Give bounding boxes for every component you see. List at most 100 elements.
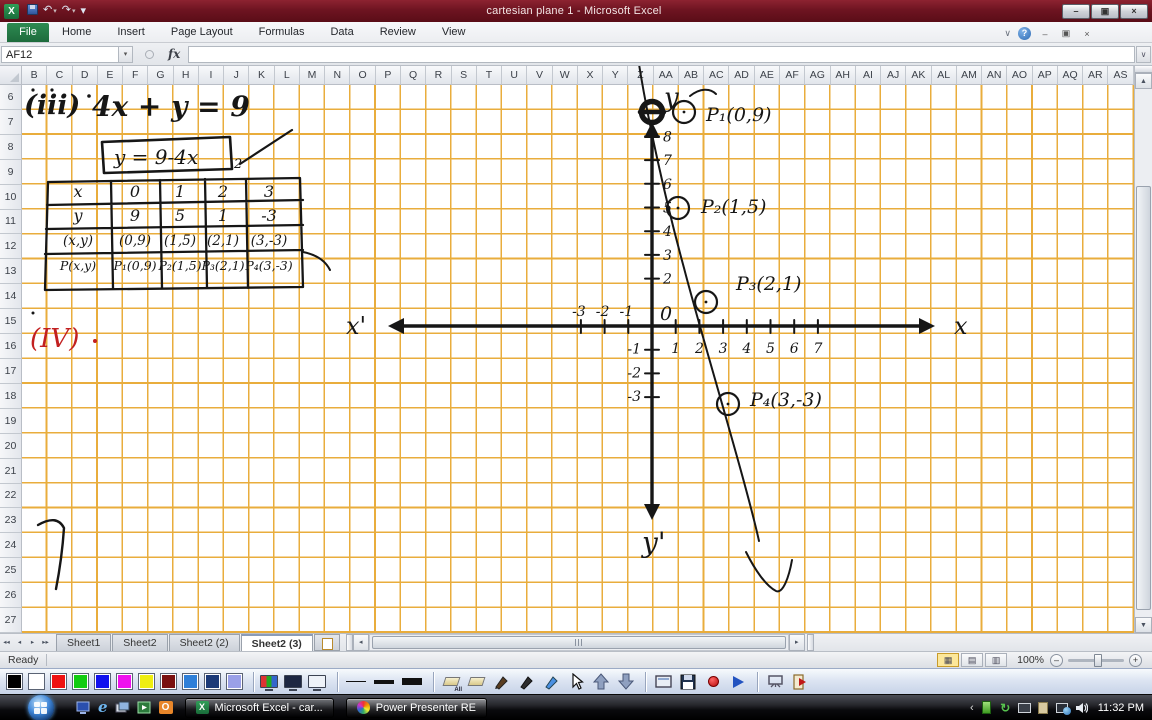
line-width-medium-button[interactable] [372,679,396,684]
row-header-10[interactable]: 10 [0,184,22,210]
column-header-V[interactable]: V [527,66,553,85]
excel-app-icon[interactable]: X [4,3,19,19]
minimize-button[interactable]: – [1062,3,1090,19]
cursor-tool-button[interactable] [565,672,587,692]
zoom-level[interactable]: 100% [1017,654,1044,666]
column-header-AE[interactable]: AE [754,66,780,85]
ribbon-tab-file[interactable]: File [7,23,49,42]
column-header-AR[interactable]: AR [1083,66,1109,85]
pen-color-swatch-9[interactable] [204,673,221,690]
column-header-Z[interactable]: Z [628,66,654,85]
help-icon[interactable]: ? [1018,27,1031,40]
row-header-21[interactable]: 21 [0,458,22,484]
row-header-26[interactable]: 26 [0,583,22,609]
column-header-AS[interactable]: AS [1108,66,1134,85]
taskbar-button-excel[interactable]: X Microsoft Excel - car... [184,697,334,718]
close-button[interactable]: × [1120,3,1148,19]
scroll-down-button[interactable]: ▼ [1135,617,1152,633]
row-header-19[interactable]: 19 [0,408,22,434]
first-sheet-icon[interactable]: ◂◂ [0,634,13,651]
volume-icon[interactable] [1075,701,1088,714]
prev-sheet-icon[interactable]: ◂ [13,634,26,651]
expand-formula-bar-icon[interactable]: ∨ [1136,45,1151,63]
minimize-ribbon-icon[interactable]: ∨ [1004,28,1011,39]
pen-color-swatch-6[interactable] [138,673,155,690]
pen-color-swatch-8[interactable] [182,673,199,690]
record-button[interactable] [702,672,724,692]
ribbon-tab-data[interactable]: Data [317,23,366,42]
show-desktop-icon[interactable] [115,701,130,714]
redo-button[interactable]: ↷▾ [62,3,76,19]
column-header-T[interactable]: T [476,66,503,85]
page-layout-view-button[interactable]: ▤ [961,653,984,667]
pen-color-swatch-2[interactable] [50,673,67,690]
row-header-24[interactable]: 24 [0,533,22,559]
undo-button[interactable]: ↶▾ [43,3,57,19]
column-header-L[interactable]: L [274,66,300,85]
column-header-H[interactable]: H [173,66,199,85]
column-header-R[interactable]: R [426,66,452,85]
column-header-O[interactable]: O [350,66,376,85]
column-header-AJ[interactable]: AJ [881,66,907,85]
network-icon[interactable] [1056,701,1072,715]
column-header-AP[interactable]: AP [1032,66,1058,85]
column-header-D[interactable]: D [72,66,98,85]
column-header-AN[interactable]: AN [982,66,1008,85]
formula-input[interactable] [188,45,1135,63]
column-header-M[interactable]: M [299,66,326,85]
play-button[interactable] [727,672,749,692]
horizontal-scrollbar[interactable] [368,634,789,651]
restore-button[interactable]: ▣ [1091,3,1119,19]
insert-worksheet-tab[interactable] [313,634,340,651]
ribbon-tab-review[interactable]: Review [367,23,429,42]
eraser-button[interactable] [465,672,487,692]
clipboard-tray-icon[interactable] [1037,701,1050,714]
column-header-X[interactable]: X [577,66,604,85]
column-header-B[interactable]: B [22,66,48,85]
pen-color-swatch-4[interactable] [94,673,111,690]
pen-color-swatch-0[interactable] [6,673,23,690]
column-header-AO[interactable]: AO [1007,66,1033,85]
pen-color-swatch-1[interactable] [28,673,45,690]
row-header-6[interactable]: 6 [0,85,22,110]
monitor-tray-icon[interactable] [1017,701,1031,714]
row-header-23[interactable]: 23 [0,508,22,534]
next-sheet-icon[interactable]: ▸ [26,634,39,651]
column-header-U[interactable]: U [502,66,528,85]
column-header-W[interactable]: W [552,66,578,85]
scroll-up-button[interactable]: ▲ [1135,73,1152,89]
page-up-button[interactable] [590,672,612,692]
workbook-minimize-icon[interactable]: – [1038,29,1052,39]
highlighter-tool-button[interactable] [540,672,562,692]
insert-function-button[interactable]: fx [168,47,180,61]
line-width-thick-button[interactable] [400,678,424,685]
screen-dark-icon[interactable] [284,675,302,691]
taskbar-clock[interactable]: 11:32 PM [1098,702,1144,714]
sheet-tab-sheet2[interactable]: Sheet2 [112,634,168,651]
column-header-C[interactable]: C [47,66,73,85]
column-header-AA[interactable]: AA [653,66,679,85]
start-button[interactable] [28,694,54,720]
column-header-AM[interactable]: AM [956,66,983,85]
row-header-18[interactable]: 18 [0,383,22,409]
battery-icon[interactable] [980,701,993,714]
brush-tool-button[interactable] [515,672,537,692]
page-down-button[interactable] [615,672,637,692]
row-header-13[interactable]: 13 [0,259,22,285]
column-header-K[interactable]: K [249,66,275,85]
screen-color-icon[interactable] [260,675,278,691]
save-annotation-button[interactable] [677,672,699,692]
internet-explorer-icon[interactable]: e [98,700,108,715]
column-header-AF[interactable]: AF [779,66,806,85]
column-header-S[interactable]: S [451,66,477,85]
column-header-AD[interactable]: AD [729,66,755,85]
column-header-AC[interactable]: AC [704,66,730,85]
ribbon-tab-view[interactable]: View [429,23,479,42]
horizontal-split-handle[interactable] [345,634,353,651]
outlook-icon[interactable]: O [158,701,173,714]
row-header-11[interactable]: 11 [0,209,22,235]
screen-light-icon[interactable] [308,675,326,691]
media-app-icon[interactable] [137,701,152,714]
row-header-15[interactable]: 15 [0,309,22,335]
ribbon-tab-formulas[interactable]: Formulas [246,23,318,42]
